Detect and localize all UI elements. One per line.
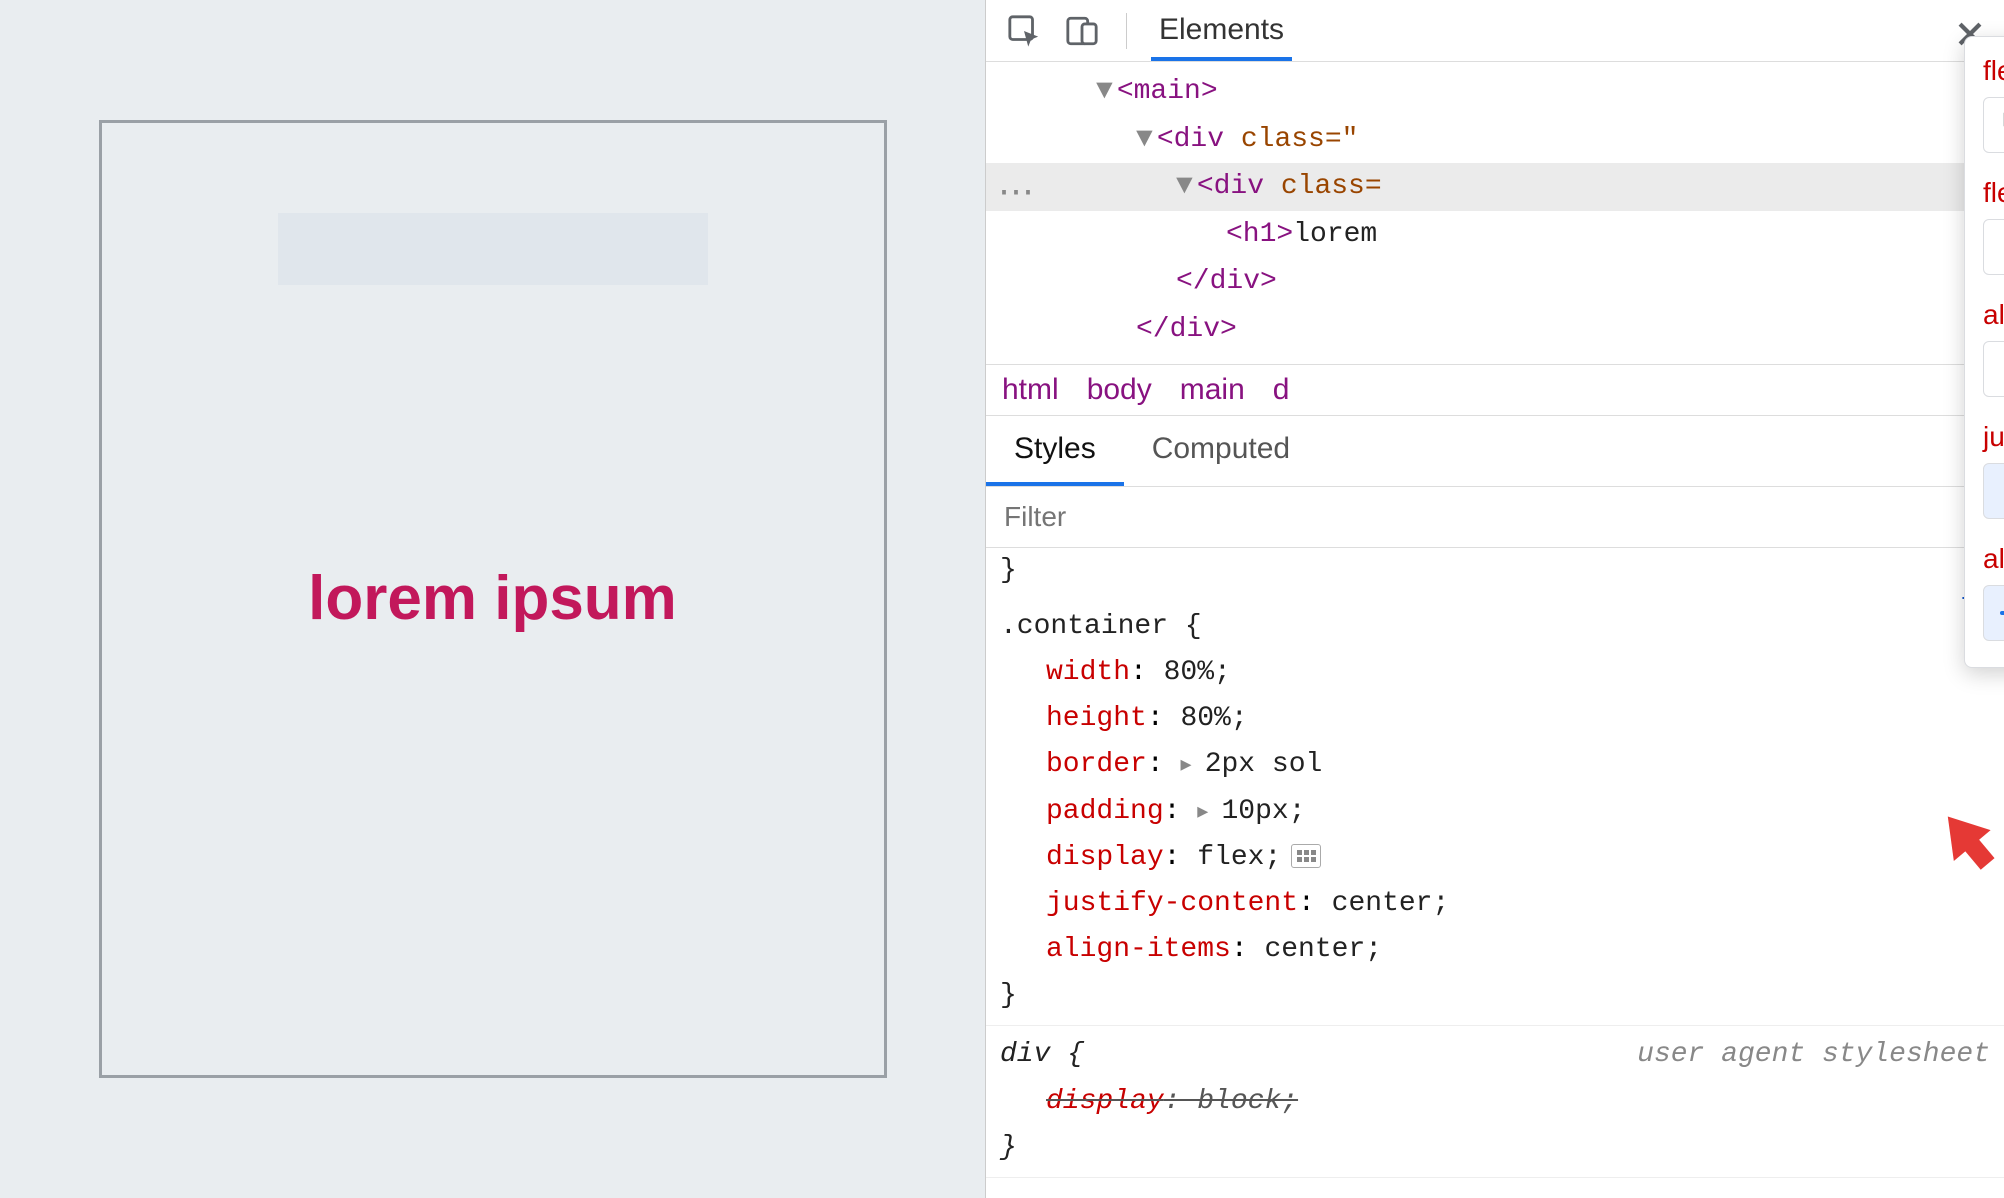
label-flex-wrap: flex-wrap xyxy=(1983,177,2004,208)
styles-subtabs: Styles Computed xyxy=(986,416,2004,487)
device-toggle-icon[interactable] xyxy=(1062,11,1102,51)
justify-content-center-button[interactable] xyxy=(1983,463,2004,519)
dom-node-close1[interactable]: </div> xyxy=(986,258,2004,306)
group-align-items: align-items: center A xyxy=(1983,543,2004,641)
css-decl-border[interactable]: border: ▸ 2px sol xyxy=(1000,742,1990,788)
inspection-highlight xyxy=(278,213,708,285)
group-flex-wrap: flex-wrap: nowrap xyxy=(1983,177,2004,275)
dom-node-close2[interactable]: </div> xyxy=(986,306,2004,354)
container-div: lorem ipsum xyxy=(99,120,887,1078)
tab-elements[interactable]: Elements xyxy=(1151,1,1292,61)
label-align-content: align-content xyxy=(1983,299,2004,330)
dom-node-h1[interactable]: <h1>lorem xyxy=(986,211,2004,259)
dom-node-div-wrapper[interactable]: ▼<div class=" xyxy=(986,116,2004,164)
css-rule-container[interactable]: .container { width: 80%;height: 80%;bord… xyxy=(986,598,2004,1027)
breadcrumb-html[interactable]: html xyxy=(1002,373,1059,407)
css-decl-width[interactable]: width: 80%; xyxy=(1000,650,1990,696)
dom-node-main[interactable]: ▼<main> xyxy=(986,68,2004,116)
devtools-panel: Elements ▼<main> ▼<div class=" ▼<div cla… xyxy=(985,0,2004,1198)
css-rule-ua-div[interactable]: user agent stylesheet div { display: blo… xyxy=(986,1026,2004,1178)
flex-editor-icon[interactable] xyxy=(1291,844,1321,868)
styles-filter-input[interactable] xyxy=(986,487,2004,547)
styles-filter-row xyxy=(986,487,2004,548)
flex-wrap-nowrap-button[interactable] xyxy=(1983,219,2004,275)
toolbar-separator xyxy=(1126,13,1127,49)
label-justify-content: justify-content xyxy=(1983,421,2004,452)
styles-pane[interactable]: } 13 .container { width: 80%;height: 80%… xyxy=(986,548,2004,1198)
align-items-center-button[interactable] xyxy=(1983,585,2004,641)
ua-source-label: user agent stylesheet xyxy=(1637,1032,1990,1078)
breadcrumb-body[interactable]: body xyxy=(1087,373,1152,407)
css-decl-align-items[interactable]: align-items: center; xyxy=(1000,927,1990,973)
css-brace-close-ua: } xyxy=(1000,1125,1990,1171)
css-decl-height[interactable]: height: 80%; xyxy=(1000,696,1990,742)
breadcrumb-main[interactable]: main xyxy=(1180,373,1245,407)
css-decl-padding[interactable]: padding: ▸ 10px; xyxy=(1000,789,1990,835)
group-justify-content: justify-content: center xyxy=(1983,421,2004,519)
css-decl-display[interactable]: display: flex; xyxy=(1000,835,1990,881)
flexbox-editor-popover: flex-direction: row flex-wrap: nowrap al… xyxy=(1964,36,2004,668)
css-selector[interactable]: .container { xyxy=(1000,604,1990,650)
group-flex-direction: flex-direction: row xyxy=(1983,55,2004,153)
tab-computed[interactable]: Computed xyxy=(1124,416,1318,486)
dom-breadcrumb[interactable]: html body main d xyxy=(986,365,2004,416)
css-brace-close: } xyxy=(1000,973,1990,1019)
label-align-items: align-items xyxy=(1983,543,2004,574)
inspect-icon[interactable] xyxy=(1004,11,1044,51)
page-preview: lorem ipsum xyxy=(0,0,985,1198)
css-decl-display-block[interactable]: display: block; xyxy=(1000,1079,1990,1125)
align-content-center-button[interactable] xyxy=(1983,341,2004,397)
flex-direction-row-button[interactable] xyxy=(1983,97,2004,153)
breadcrumb-div[interactable]: d xyxy=(1273,373,1290,407)
dom-node-selected[interactable]: ▼<div class= xyxy=(986,163,2004,211)
heading-lorem: lorem ipsum xyxy=(308,563,677,634)
dom-tree[interactable]: ▼<main> ▼<div class=" ▼<div class= <h1>l… xyxy=(986,62,2004,365)
tab-styles[interactable]: Styles xyxy=(986,416,1124,486)
devtools-toolbar: Elements xyxy=(986,0,2004,62)
label-flex-direction: flex-direction xyxy=(1983,55,2004,86)
css-decl-justify-content[interactable]: justify-content: center; xyxy=(1000,881,1990,927)
group-align-content: align-content: normal xyxy=(1983,299,2004,397)
